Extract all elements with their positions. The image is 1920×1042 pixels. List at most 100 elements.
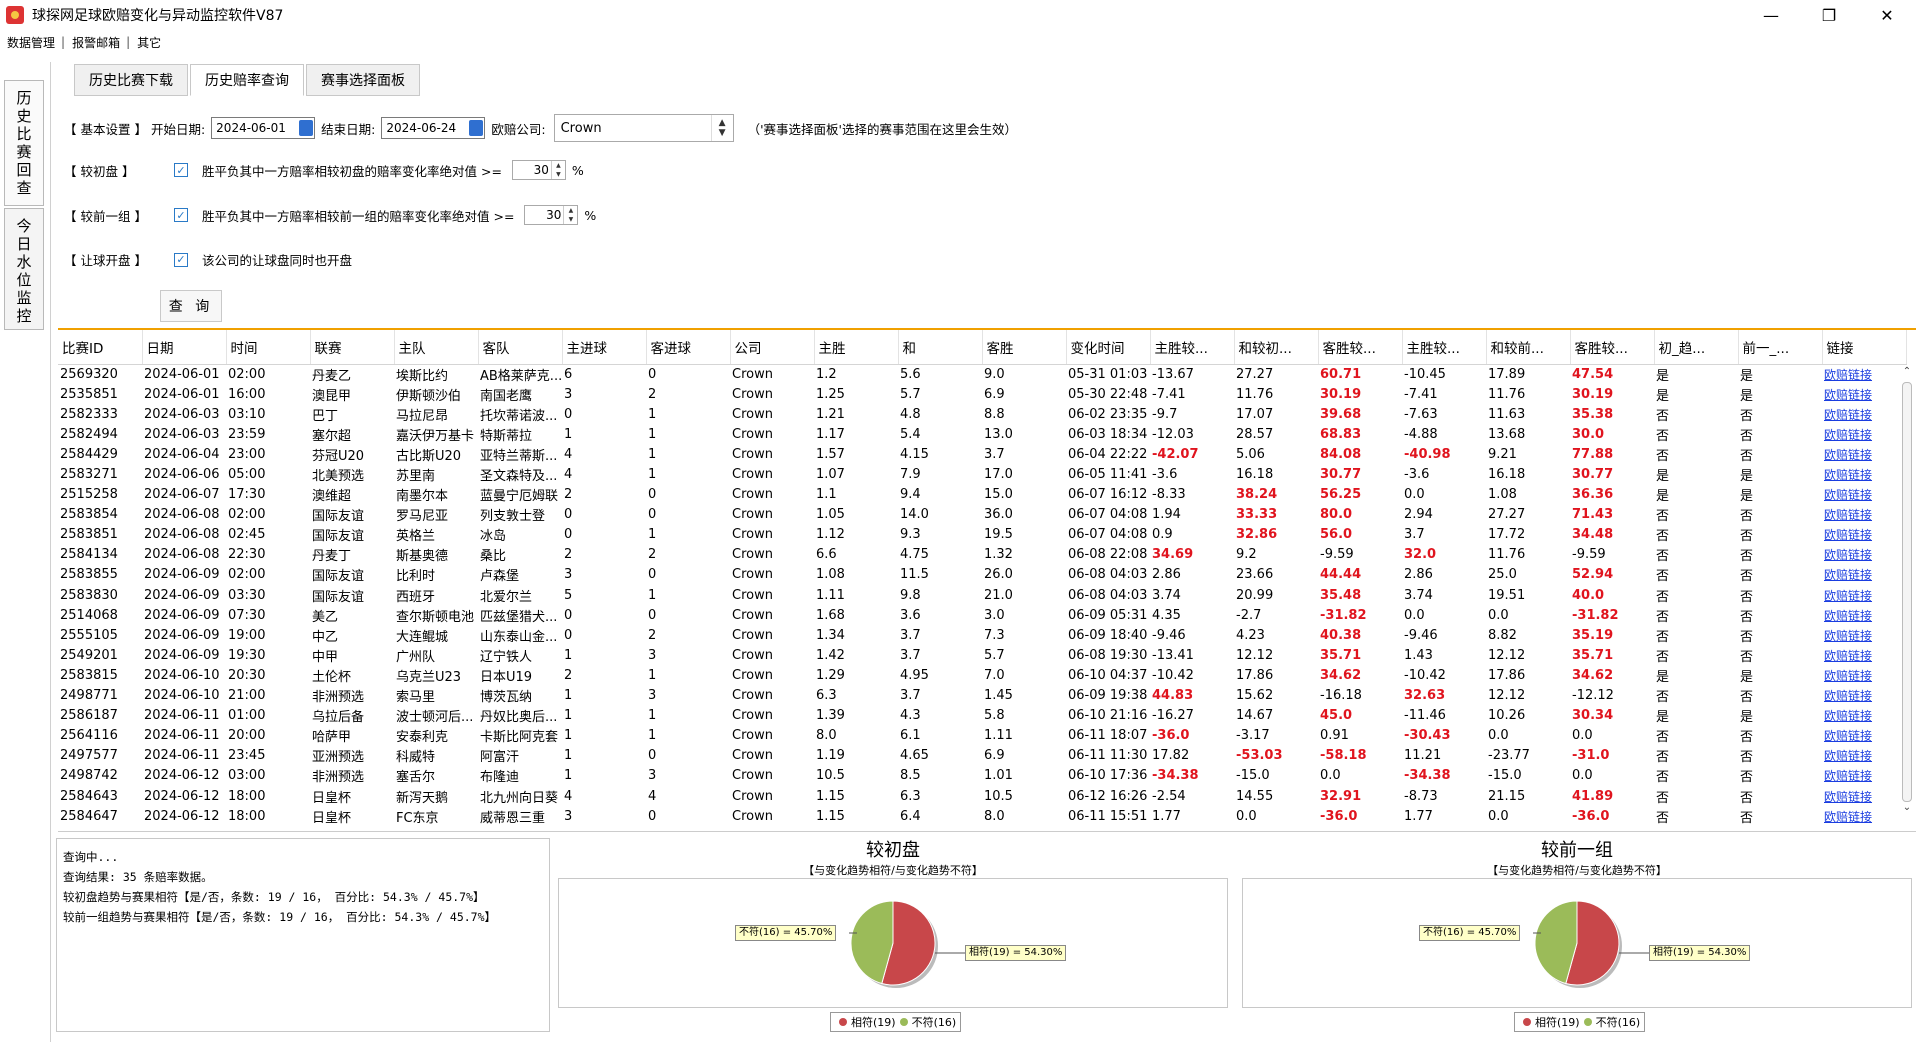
prev-checkbox[interactable]: ✓ [174,208,188,222]
start-date-input[interactable]: 2024-06-01 [211,117,316,139]
column-header[interactable]: 初_趋... [1654,330,1739,365]
table-row[interactable]: 2555105 2024-06-09 19:00 中乙 大连鲲城 山东泰山金... 0 2 Cr… [58,625,1906,645]
table-scrollbar[interactable]: ⌃ ⌄ [1898,366,1916,832]
table-row[interactable]: 2514068 2024-06-09 07:30 美乙 查尔斯顿电池 匹兹堡猎犬... 0 0… [58,605,1906,625]
odds-link[interactable]: 欧赔链接 [1822,806,1906,826]
table-row[interactable]: 2582333 2024-06-03 03:10 巴丁 马拉尼昂 托坎蒂诺波... 0 1 Cr… [58,404,1906,424]
tab-history-odds-query[interactable]: 历史赔率查询 [190,64,304,96]
column-header[interactable]: 时间 [226,330,311,365]
table-row[interactable]: 2497577 2024-06-11 23:45 亚洲预选 科威特 阿富汗 1 0 Crown 1… [58,746,1906,766]
odds-link[interactable]: 欧赔链接 [1822,525,1906,545]
column-header[interactable]: 主胜较... [1150,330,1235,365]
column-header[interactable]: 链接 [1822,330,1907,365]
table-row[interactable]: 2583851 2024-06-08 02:45 国际友谊 英格兰 冰岛 0 1 Crown 1.… [58,525,1906,545]
odds-link[interactable]: 欧赔链接 [1822,404,1906,424]
table-row[interactable]: 2583830 2024-06-09 03:30 国际友谊 西班牙 北爱尔兰 5 1 Crown… [58,585,1906,605]
table-row[interactable]: 2549201 2024-06-09 19:30 中甲 广州队 辽宁铁人 1 3 Crown 1.… [58,645,1906,665]
table-cell: 2024-06-11 [144,748,220,764]
odds-link[interactable]: 欧赔链接 [1822,645,1906,665]
odds-link[interactable]: 欧赔链接 [1822,384,1906,404]
table-row[interactable]: 2584429 2024-06-04 23:00 芬冠U20 古比斯U20 亚特兰蒂斯..… [58,444,1906,464]
chevron-updown-icon[interactable]: ▲ ▼ [710,115,733,141]
odds-link[interactable]: 欧赔链接 [1822,786,1906,806]
table-row[interactable]: 2582494 2024-06-03 23:59 塞尔超 嘉沃伊万基卡 特斯蒂拉 1 1 Cro… [58,424,1906,444]
scroll-up-icon[interactable]: ⌃ [1898,366,1916,382]
column-header[interactable]: 主进球 [562,330,647,365]
column-header[interactable]: 客胜较... [1570,330,1655,365]
column-header[interactable]: 日期 [142,330,227,365]
minimize-icon[interactable]: — [1742,0,1800,30]
table-row[interactable]: 2498742 2024-06-12 03:00 非洲预选 塞舌尔 布隆迪 1 3 Crown 1… [58,766,1906,786]
table-row[interactable]: 2564116 2024-06-11 20:00 哈萨甲 安泰利克 卡斯比阿克套 1 1 Cro… [58,726,1906,746]
odds-link[interactable]: 欧赔链接 [1822,585,1906,605]
column-header[interactable]: 比赛ID [58,330,143,365]
vtab-history-review[interactable]: 历史比赛回查 [4,80,44,206]
column-header[interactable]: 联赛 [310,330,395,365]
odds-link[interactable]: 欧赔链接 [1822,485,1906,505]
table-row[interactable]: 2535851 2024-06-01 16:00 澳昆甲 伊斯顿沙伯 南国老鹰 3 2 Crow… [58,384,1906,404]
scroll-down-icon[interactable]: ⌄ [1898,802,1916,818]
menu-other[interactable]: 其它 [137,34,161,51]
table-cell: 2564116 [60,728,118,744]
close-icon[interactable]: ✕ [1858,0,1916,30]
odds-link[interactable]: 欧赔链接 [1822,746,1906,766]
odds-link[interactable]: 欧赔链接 [1822,686,1906,706]
table-row[interactable]: 2583854 2024-06-08 02:00 国际友谊 罗马尼亚 列支敦士登 0 0 Cro… [58,505,1906,525]
column-header[interactable]: 主胜较... [1402,330,1487,365]
menu-data-manage[interactable]: 数据管理 [7,34,55,51]
column-header[interactable]: 公司 [730,330,815,365]
table-row[interactable]: 2586187 2024-06-11 01:00 乌拉后备 波士顿河后... 丹奴比奥后.… [58,706,1906,726]
column-header[interactable]: 前一_... [1738,330,1823,365]
odds-link[interactable]: 欧赔链接 [1822,505,1906,525]
query-button[interactable]: 查 询 [160,290,222,322]
column-header[interactable]: 主胜 [814,330,899,365]
scroll-track[interactable] [1902,382,1912,802]
stepper-arrows-icon[interactable]: ▲ ▼ [563,206,577,224]
table-row[interactable]: 2583815 2024-06-10 20:30 土伦杯 乌克兰U23 日本U19 2 1 Cr… [58,665,1906,685]
initial-checkbox[interactable]: ✓ [174,163,188,177]
calendar-icon[interactable] [299,120,314,136]
odds-link[interactable]: 欧赔链接 [1822,665,1906,685]
column-header[interactable]: 主队 [394,330,479,365]
table-row[interactable]: 2584647 2024-06-12 18:00 日皇杯 FC东京 威蒂恩三重 3 0 Crow… [58,806,1906,826]
column-header[interactable]: 客胜较... [1318,330,1403,365]
odds-link[interactable]: 欧赔链接 [1822,565,1906,585]
odds-link[interactable]: 欧赔链接 [1822,625,1906,645]
handicap-checkbox[interactable]: ✓ [174,252,188,267]
odds-link[interactable]: 欧赔链接 [1822,424,1906,444]
maximize-icon[interactable]: ❐ [1800,0,1858,30]
calendar-icon[interactable] [469,120,484,136]
prev-threshold-stepper[interactable]: 30 ▲ ▼ [524,205,579,225]
odds-link[interactable]: 欧赔链接 [1822,726,1906,746]
odds-link[interactable]: 欧赔链接 [1822,444,1906,464]
odds-link[interactable]: 欧赔链接 [1822,545,1906,565]
column-header[interactable]: 和 [898,330,983,365]
table-row[interactable]: 2583271 2024-06-06 05:00 北美预选 苏里南 圣文森特及... 4 1 C… [58,464,1906,484]
table-cell: 否 [1740,589,1754,605]
odds-link[interactable]: 欧赔链接 [1822,605,1906,625]
tab-match-select[interactable]: 赛事选择面板 [306,64,420,96]
column-header[interactable]: 客队 [478,330,563,365]
table-row[interactable]: 2584134 2024-06-08 22:30 丹麦丁 斯基奥德 桑比 2 2 Crown 6.… [58,545,1906,565]
stepper-arrows-icon[interactable]: ▲ ▼ [550,161,565,179]
menu-alert-mail[interactable]: 报警邮箱 [72,34,120,51]
odds-link[interactable]: 欧赔链接 [1822,766,1906,786]
company-select[interactable]: Crown ▲ ▼ [553,114,734,142]
table-row[interactable]: 2569320 2024-06-01 02:00 丹麦乙 埃斯比约 AB格莱萨克... 6 0… [58,364,1906,384]
table-row[interactable]: 2515258 2024-06-07 17:30 澳维超 南墨尔本 蓝曼宁厄姆联 2 0 Cro… [58,485,1906,505]
table-row[interactable]: 2583855 2024-06-09 02:00 国际友谊 比利时 卢森堡 3 0 Crown 1… [58,565,1906,585]
initial-threshold-stepper[interactable]: 30 ▲ ▼ [511,160,566,180]
tab-history-download[interactable]: 历史比赛下载 [74,64,188,96]
column-header[interactable]: 变化时间 [1066,330,1151,365]
column-header[interactable]: 和较前... [1486,330,1571,365]
odds-link[interactable]: 欧赔链接 [1822,464,1906,484]
column-header[interactable]: 和较初... [1234,330,1319,365]
column-header[interactable]: 客进球 [646,330,731,365]
vtab-today-monitor[interactable]: 今日水位监控 [4,208,44,330]
odds-link[interactable]: 欧赔链接 [1822,706,1906,726]
end-date-input[interactable]: 2024-06-24 [381,117,486,139]
column-header[interactable]: 客胜 [982,330,1067,365]
table-row[interactable]: 2498771 2024-06-10 21:00 非洲预选 索马里 博茨瓦纳 1 3 Crown… [58,686,1906,706]
table-row[interactable]: 2584643 2024-06-12 18:00 日皇杯 新泻天鹅 北九州向日葵 4 4 Cro… [58,786,1906,806]
odds-link[interactable]: 欧赔链接 [1822,364,1906,384]
